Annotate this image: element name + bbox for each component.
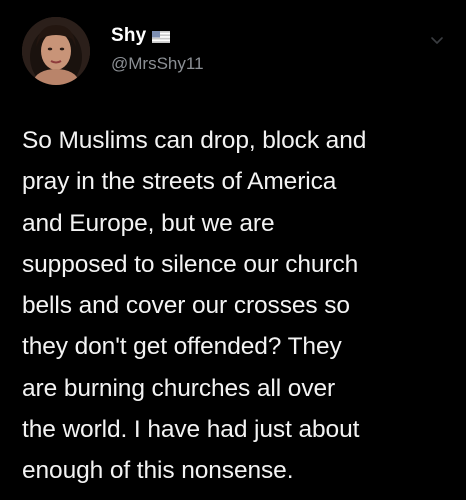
display-name-row: Shy [111, 24, 171, 48]
avatar-image [22, 17, 90, 85]
tweet-card: Shy @MrsShy11 So Muslims can drop, block… [0, 0, 466, 500]
chevron-down-icon[interactable] [430, 32, 444, 44]
display-name[interactable]: Shy [111, 25, 146, 47]
avatar[interactable] [22, 17, 90, 85]
user-handle[interactable]: @MrsShy11 [111, 54, 204, 74]
us-flag-icon [152, 30, 171, 43]
tweet-text: So Muslims can drop, block and pray in t… [22, 127, 367, 485]
